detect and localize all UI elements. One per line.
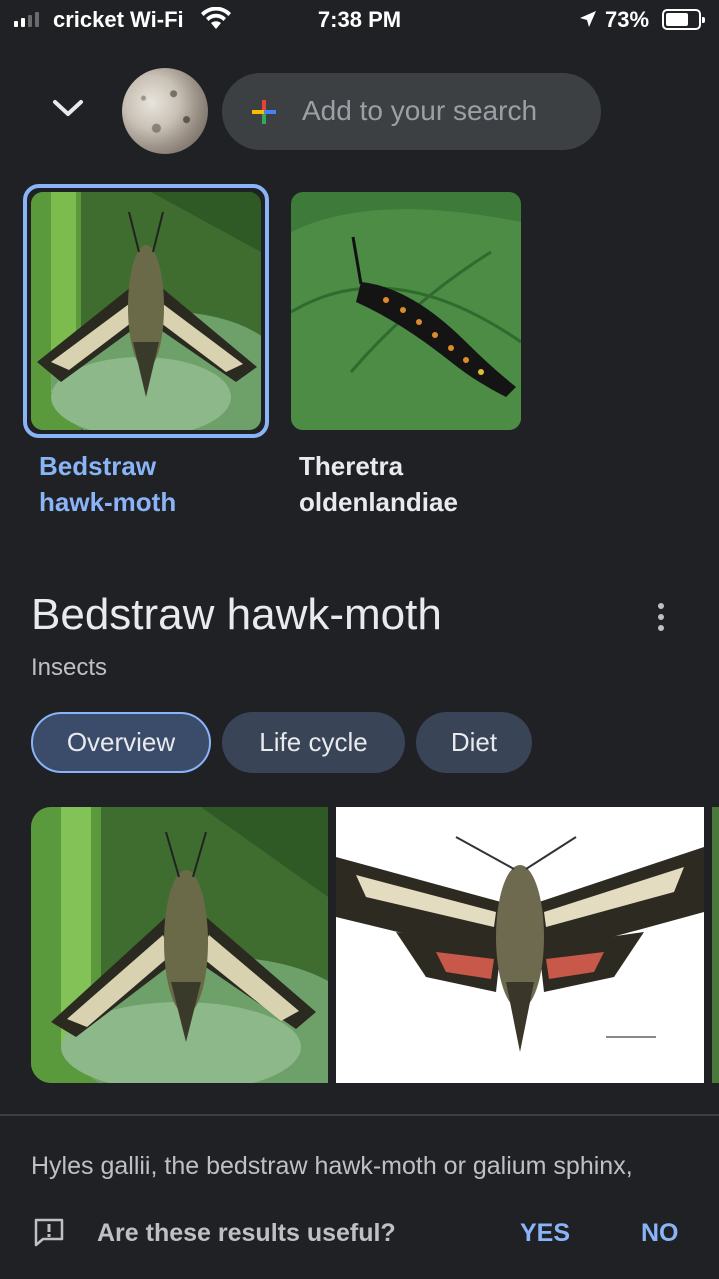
- candidate-image: [31, 192, 261, 430]
- moth-on-leaf-photo: [31, 807, 328, 1083]
- moth-specimen-photo: [336, 807, 704, 1083]
- panel-title: Bedstraw hawk-moth: [31, 590, 442, 639]
- tab-diet[interactable]: Diet: [416, 712, 532, 773]
- moth-on-leaf-image: [31, 192, 261, 430]
- candidate-image: [291, 192, 521, 430]
- tab-life-cycle[interactable]: Life cycle: [222, 712, 405, 773]
- more-vert-icon: [658, 603, 664, 609]
- candidate-label: Theretra oldenlandiae: [299, 451, 458, 517]
- status-bar: cricket Wi-Fi 7:38 PM 73%: [0, 0, 719, 40]
- location-arrow-icon: [580, 11, 596, 27]
- panel-subtitle: Insects: [31, 654, 108, 681]
- add-to-search-label: Add to your search: [302, 95, 538, 126]
- collapse-button[interactable]: [48, 88, 88, 128]
- feedback-icon: [34, 1218, 64, 1247]
- tab-overview[interactable]: Overview: [31, 712, 211, 773]
- gallery-image[interactable]: [336, 807, 704, 1083]
- query-image-thumbnail[interactable]: [122, 68, 208, 154]
- chevron-down-icon: [53, 100, 83, 116]
- battery-icon: [662, 9, 705, 30]
- add-to-search-button[interactable]: Add to your search: [222, 73, 601, 150]
- plus-icon: [252, 100, 276, 124]
- gallery-image[interactable]: [31, 807, 328, 1083]
- feedback-question: Are these results useful?: [97, 1219, 396, 1247]
- feedback-no-button[interactable]: NO: [641, 1219, 679, 1248]
- description-text: Hyles gallii, the bedstraw hawk-moth or …: [31, 1152, 633, 1180]
- battery-percent: 73%: [605, 7, 650, 32]
- candidate-label: Bedstraw hawk-moth: [39, 451, 177, 517]
- caterpillar-on-leaf-image: [291, 192, 521, 430]
- more-options-button[interactable]: [646, 600, 676, 634]
- divider: [0, 1114, 719, 1116]
- feedback-yes-button[interactable]: YES: [520, 1219, 570, 1248]
- gallery-image-partial[interactable]: [712, 807, 719, 1083]
